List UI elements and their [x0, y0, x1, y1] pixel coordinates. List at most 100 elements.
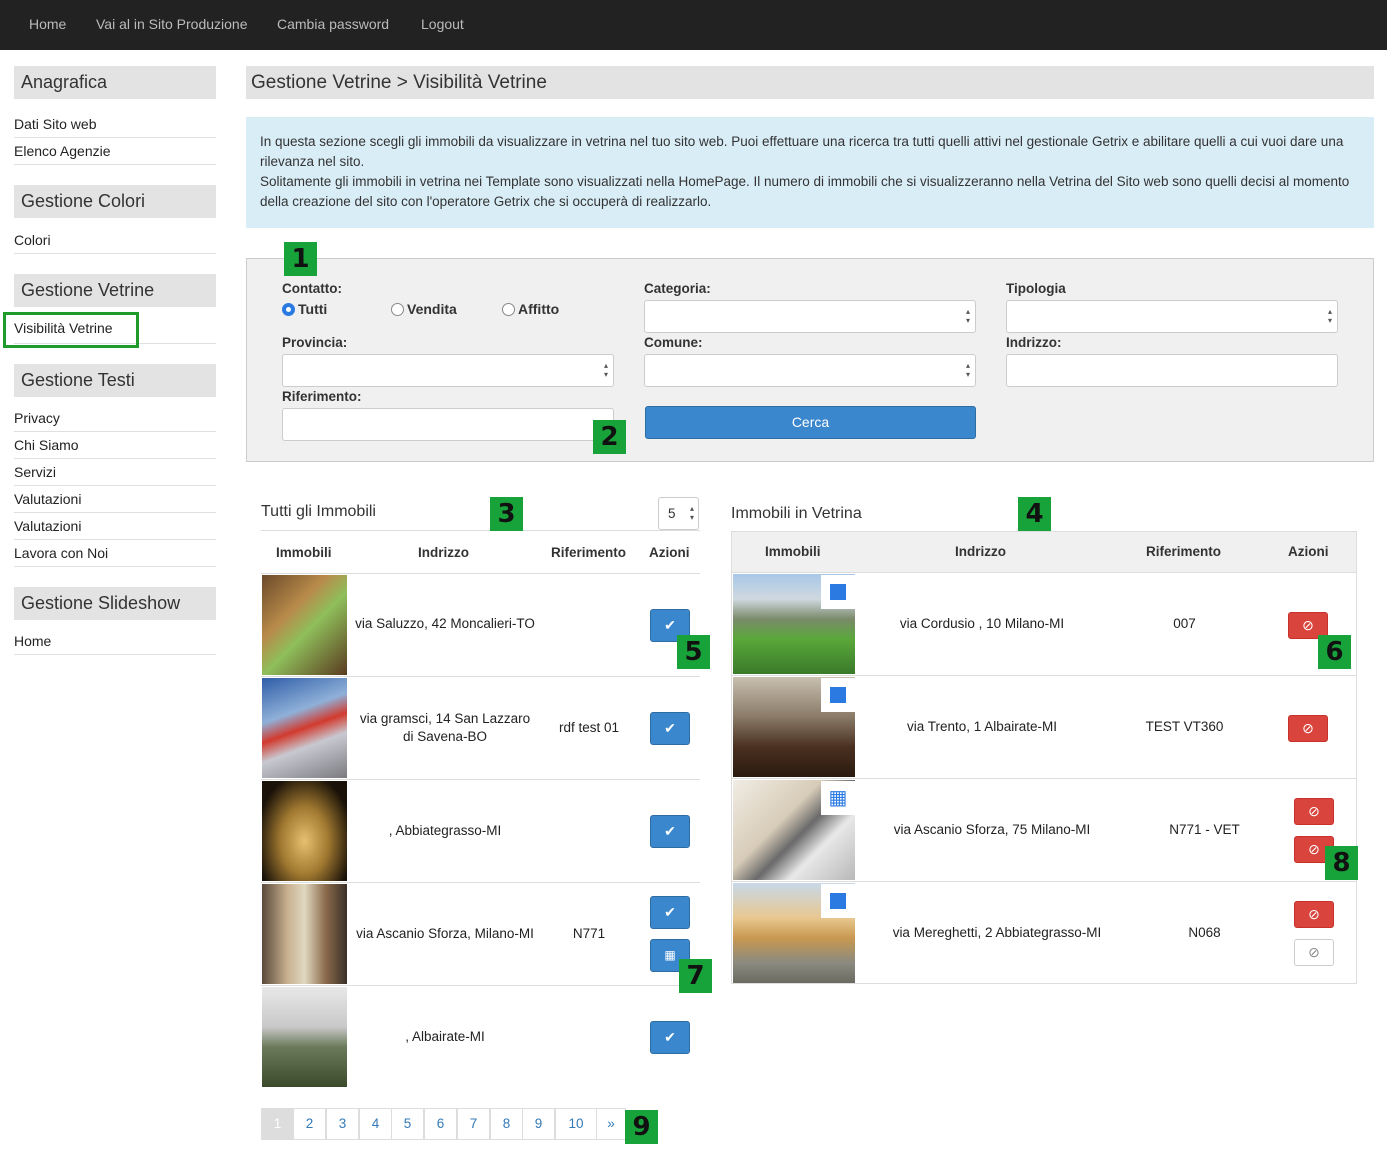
property-thumbnail[interactable] [262, 678, 347, 778]
ban-icon: ⊘ [1308, 803, 1320, 819]
page-title: Gestione Vetrine > Visibilità Vetrine [246, 66, 1374, 99]
annotation-badge-7: 7 [679, 959, 712, 993]
sidebar: Anagrafica Dati Sito web Elenco Agenzie … [3, 66, 216, 655]
page-4[interactable]: 4 [359, 1108, 392, 1140]
table-row: via Saluzzo, 42 Moncalieri-TO ✔ [261, 573, 700, 676]
page-next[interactable]: » [596, 1108, 626, 1140]
remove-from-vetrina-button[interactable]: ⊘ [1288, 715, 1328, 742]
sidebar-item-lavora-con-noi[interactable]: Lavora con Noi [14, 540, 216, 567]
tipologia-select[interactable] [1006, 300, 1338, 333]
sidebar-heading-gestione-slideshow: Gestione Slideshow [14, 587, 216, 620]
tutti-immobili-title: Tutti gli Immobili [261, 503, 376, 520]
vetrina-table-header [732, 532, 1356, 572]
ban-icon: ⊘ [1302, 720, 1314, 736]
add-to-vetrina-button[interactable]: ✔ [650, 815, 690, 848]
check-icon: ✔ [664, 1029, 676, 1045]
page-7[interactable]: 7 [457, 1108, 490, 1140]
riferimento-input[interactable] [282, 408, 614, 441]
annotation-badge-8: 8 [1325, 846, 1358, 880]
ban-icon: ⊘ [1308, 944, 1320, 960]
left-header-indirizzo: Indrizzo [418, 545, 469, 560]
page-3[interactable]: 3 [326, 1108, 359, 1140]
remove-from-vetrina-button[interactable]: ⊘ [1294, 901, 1334, 928]
sidebar-item-visibilita-vetrine[interactable]: Visibilità Vetrine [3, 312, 216, 348]
sidebar-heading-gestione-testi: Gestione Testi [14, 364, 216, 397]
nav-cambia-password[interactable]: Cambia password [277, 0, 389, 48]
page-6[interactable]: 6 [424, 1108, 457, 1140]
annotation-badge-4: 4 [1018, 497, 1051, 531]
row-address: via Cordusio , 10 Milano-MI [899, 616, 1065, 631]
comune-select[interactable] [644, 354, 976, 387]
sidebar-item-dati-sito-web[interactable]: Dati Sito web [14, 111, 216, 138]
sidebar-item-servizi[interactable]: Servizi [14, 459, 216, 486]
top-navbar: Home Vai al in Sito Produzione Cambia pa… [0, 0, 1387, 50]
radio-dot [502, 303, 515, 316]
sidebar-item-colori[interactable]: Colori [14, 227, 216, 254]
cerca-button[interactable]: Cerca [645, 406, 976, 439]
check-icon: ✔ [664, 720, 676, 736]
sidebar-item-valutazioni-2[interactable]: Valutazioni [14, 513, 216, 540]
sidebar-item-elenco-agenzie[interactable]: Elenco Agenzie [14, 138, 216, 165]
table-row: via gramsci, 14 San Lazzaro di Savena-BO… [261, 676, 700, 779]
per-page-select[interactable]: 5 ▴ ▾ [658, 497, 699, 530]
ban-icon: ⊘ [1308, 841, 1320, 857]
indirizzo-input[interactable] [1006, 354, 1338, 387]
row-address: via Ascanio Sforza, 75 Milano-MI [893, 822, 1091, 837]
page-5[interactable]: 5 [391, 1108, 424, 1140]
row-reference: 007 [1173, 616, 1196, 631]
row-address: via Ascanio Sforza, Milano-MI [356, 926, 534, 941]
radio-label: Tutti [298, 301, 328, 317]
nav-home[interactable]: Home [29, 0, 66, 48]
ban-icon: ⊘ [1302, 617, 1314, 633]
categoria-label: Categoria: [644, 281, 711, 296]
property-thumbnail[interactable] [262, 987, 347, 1087]
radio-tutti[interactable]: Tutti [282, 301, 327, 317]
sidebar-item-label: Visibilità Vetrine [14, 320, 113, 336]
annotation-badge-3: 3 [490, 497, 523, 531]
comune-label: Comune: [644, 335, 703, 350]
add-to-vetrina-button[interactable]: ✔ [650, 712, 690, 745]
remove-from-vetrina-button[interactable]: ⊘ [1294, 798, 1334, 825]
property-thumbnail[interactable] [262, 884, 347, 984]
page-8[interactable]: 8 [490, 1108, 523, 1140]
sidebar-heading-anagrafica: Anagrafica [14, 66, 216, 99]
page-9[interactable]: 9 [522, 1108, 555, 1140]
sidebar-item-valutazioni[interactable]: Valutazioni [14, 486, 216, 513]
vetrina-gallery-icon: ▦ [821, 781, 855, 815]
property-thumbnail[interactable] [262, 575, 347, 675]
annotation-badge-9: 9 [625, 1110, 658, 1144]
add-to-vetrina-button[interactable]: ✔ [650, 1021, 690, 1054]
page-1[interactable]: 1 [261, 1108, 294, 1140]
select-arrows-icon: ▴ ▾ [689, 504, 694, 522]
divider [261, 530, 700, 531]
provincia-select[interactable] [282, 354, 614, 387]
radio-dot [391, 303, 404, 316]
search-panel: Contatto: Tutti Vendita Affitto Categori… [246, 258, 1374, 462]
nav-sito-produzione[interactable]: Vai al in Sito Produzione [96, 0, 248, 48]
immobili-vetrina-title: Immobili in Vetrina [731, 505, 862, 522]
sidebar-item-slideshow-home[interactable]: Home [14, 628, 216, 655]
annotation-badge-6: 6 [1318, 635, 1351, 669]
sidebar-item-privacy[interactable]: Privacy [14, 405, 216, 432]
page-2[interactable]: 2 [293, 1108, 326, 1140]
left-header-immobili: Immobili [276, 545, 332, 560]
table-row: ▦ via Ascanio Sforza, 75 Milano-MI N771 … [732, 778, 1356, 881]
row-address: via Mereghetti, 2 Abbiategrasso-MI [892, 925, 1102, 940]
disabled-gallery-button[interactable]: ⊘ [1294, 939, 1334, 966]
vetrina-single-icon [821, 884, 855, 918]
sidebar-item-chi-siamo[interactable]: Chi Siamo [14, 432, 216, 459]
radio-vendita[interactable]: Vendita [391, 301, 457, 317]
radio-affitto[interactable]: Affitto [502, 301, 559, 317]
categoria-select[interactable] [644, 300, 976, 333]
row-reference: TEST VT360 [1145, 719, 1224, 734]
right-header-immobili: Immobili [765, 544, 821, 559]
row-reference: N068 [1188, 925, 1221, 940]
row-reference: N771 - VET [1169, 822, 1240, 837]
sidebar-heading-gestione-colori: Gestione Colori [14, 185, 216, 218]
nav-logout[interactable]: Logout [421, 0, 464, 48]
page-10[interactable]: 10 [555, 1108, 597, 1140]
property-thumbnail[interactable] [262, 781, 347, 881]
check-icon: ✔ [664, 617, 676, 633]
add-to-vetrina-button[interactable]: ✔ [650, 896, 690, 929]
left-header-azioni: Azioni [649, 545, 690, 560]
